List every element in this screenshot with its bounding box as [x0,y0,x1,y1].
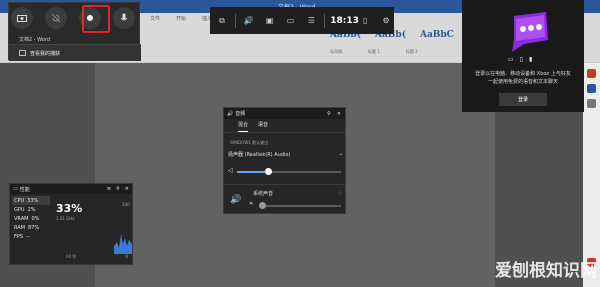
mouse-button[interactable]: ▯ [357,12,373,30]
tab-voice[interactable]: 语音 [258,121,268,132]
metric-row-ram[interactable]: RAM 87% [12,223,50,232]
gallery-icon [19,50,26,56]
divider [224,184,345,185]
monitor-icon: ▭ [286,16,295,25]
pin-icon[interactable]: ⚲ [327,111,331,117]
mic-button[interactable] [113,7,135,29]
graph-footer: 60 秒 0 [10,254,132,264]
capture-buttons [11,7,135,29]
xbox-social-button[interactable]: ☰ [303,12,319,30]
capture-target: 文档2 - Word [19,37,51,43]
audio-widget: 🔊 音频 ⚲ ✕ 混合 语音 WINDOWS 默认输出 扬声器 (Realtek… [223,107,346,214]
audio-tabs: 混合 语音 [224,121,345,133]
pc-icon: ▭ [508,56,514,63]
master-volume-fill [237,171,269,173]
cpu-frequency: 1.61 GHz [56,216,75,221]
system-sounds-icon: 🔊 [230,195,242,205]
style-caption: 无间隔 [330,49,342,54]
microphone-icon [120,13,128,21]
close-icon[interactable]: ✕ [337,111,341,117]
performance-header: ▭ 性能 ≡ ⚲ ✕ [10,184,132,194]
graph-min-label: 0 [125,254,128,259]
metric-row-fps[interactable]: FPS -- [12,232,50,241]
output-section-label: WINDOWS 默认输出 [230,140,269,145]
style-sample-heading2[interactable]: AaBbC [420,30,454,40]
xbox-signin-prompt: 登录以在电脑、移动设备和 Xbox 上与好友 一起使用免费的语音和文本聊天 [466,70,580,86]
monitor-icon: ▭ [13,186,18,192]
console-icon: ▮ [528,56,533,63]
app-volume-thumb[interactable] [259,202,266,209]
app-volume-label: 系统声音 [253,191,274,197]
divider [324,13,326,28]
divider [234,13,236,28]
widget-icon: ⧉ [219,15,225,25]
device-icons: ▭ ▯ ▮ [508,56,532,63]
tab-mix[interactable]: 混合 [238,121,249,132]
signin-button[interactable]: 登录 [499,93,547,106]
word-icon[interactable] [587,84,596,93]
camera-icon [17,15,27,22]
performance-widget: ▭ 性能 ≡ ⚲ ✕ CPU 33% GPU 2% VRAM 0% RAM 87% FP… [9,183,133,265]
see-my-captures-link[interactable]: 查看我的捕获 [9,44,141,61]
graph-max-label: 100 [122,202,130,207]
performance-button[interactable]: ▭ [283,12,299,30]
record-highlight-box [82,5,110,33]
master-volume-thumb[interactable] [265,168,273,175]
cpu-usage-value: 33% [56,202,83,215]
gear-icon: ⚙ [382,16,390,25]
app-volume-slider[interactable] [259,205,341,207]
watermark: 爱刨根知识网 [495,261,597,281]
options-icon[interactable]: ≡ [107,186,111,192]
social-icon: ☰ [307,16,315,25]
close-icon[interactable]: ✕ [125,186,129,192]
metric-row-vram[interactable]: VRAM 0% [12,214,50,223]
xbox-social-panel: ▭ ▯ ▮ 登录以在电脑、移动设备和 Xbox 上与好友 一起使用免费的语音和文… [462,0,584,112]
phone-icon: ▯ [519,56,523,63]
prompt-line: 登录以在电脑、移动设备和 Xbox 上与好友 [475,71,571,77]
chat-bubble-illustration [512,12,548,52]
audio-header: 🔊 音频 ⚲ ✕ [224,108,345,119]
output-device-select[interactable]: 扬声器 (Realtek(R) Audio) ⌄ [228,151,343,161]
mouse-icon: ▯ [362,16,368,25]
metric-row-cpu[interactable]: CPU 33% [12,196,50,205]
capture-icon: ▣ [265,16,274,25]
style-caption: 标题 1 [368,49,380,54]
speaker-icon: 🔊 [227,110,234,117]
performance-title: 性能 [19,186,30,193]
audio-title: 音频 [235,111,246,117]
prompt-line: 一起使用免费的语音和文本聊天 [487,79,558,85]
widget-menu-button[interactable]: ⧉ [214,12,230,30]
pin-icon[interactable]: ⚲ [116,186,120,192]
game-bar: ⧉ 🔊 ▣ ▭ ☰ 18:13 ▯ ⚙ [210,7,394,34]
ribbon-tab[interactable]: 开始 [176,15,186,22]
rewind-icon [51,13,61,23]
style-caption: 标题 2 [405,49,418,54]
capture-widget: 文档2 - Word 查看我的捕获 [8,2,141,61]
ribbon-tab[interactable]: 文件 [150,15,160,22]
star-icon[interactable]: ☆ [337,190,342,197]
tool-icon[interactable] [587,99,596,108]
capture-button[interactable]: ▣ [262,12,278,30]
output-device-name: 扬声器 (Realtek(R) Audio) [228,152,291,158]
side-panel-strip [583,63,600,287]
record-last-button[interactable] [45,7,67,29]
cpu-usage-graph [114,234,132,254]
time-span-label: 60 秒 [66,254,77,259]
speaker-icon: 🔊 [243,16,254,25]
chevron-down-icon: ⌄ [338,151,343,157]
metric-row-gpu[interactable]: GPU 2% [12,205,50,214]
screenshot-button[interactable] [11,7,33,29]
settings-button[interactable]: ⚙ [378,12,394,30]
muted-icon[interactable]: ✕ [249,201,253,207]
office-icon[interactable] [587,69,596,78]
audio-button[interactable]: 🔊 [241,12,257,30]
clock: 18:13 [330,15,359,26]
metrics-list: CPU 33% GPU 2% VRAM 0% RAM 87% FPS -- [12,196,50,241]
see-my-captures-label: 查看我的捕获 [30,50,61,57]
volume-icon[interactable]: ◁ [228,167,233,174]
style-captions: 无间隔 标题 1 标题 2 [330,49,418,55]
